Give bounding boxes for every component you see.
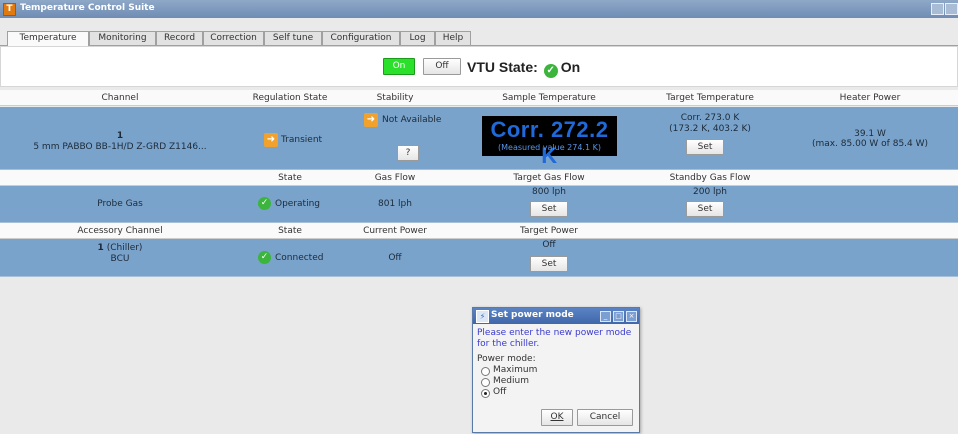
dialog-message: Please enter the new power mode for the …	[477, 328, 632, 349]
tab-record[interactable]: Record	[156, 31, 203, 45]
arrow-right-icon: ➜	[264, 133, 278, 147]
channel-number: 1	[116, 131, 124, 141]
tab-bar: Temperature Monitoring Record Correction…	[0, 31, 958, 46]
dialog-maximize-button[interactable]: □	[613, 311, 624, 322]
tab-help[interactable]: Help	[435, 31, 471, 45]
target-gas-flow-set-button[interactable]: Set	[530, 201, 568, 217]
ok-button[interactable]: OK	[541, 409, 573, 426]
gas-channel-name: Probe Gas	[97, 199, 143, 209]
arrow-right-icon: ➜	[364, 113, 378, 127]
col-target-power: Target Power	[520, 226, 578, 236]
standby-gas-flow-set-button[interactable]: Set	[686, 201, 724, 217]
col-accessory-channel: Accessory Channel	[77, 226, 163, 236]
col-channel: Channel	[101, 93, 139, 103]
set-power-mode-dialog: ⚡ Set power mode _ □ × Please enter the …	[472, 307, 640, 433]
tab-configuration[interactable]: Configuration	[322, 31, 400, 45]
dialog-titlebar: ⚡ Set power mode _ □ ×	[473, 308, 639, 324]
power-mode-label: Power mode:	[477, 354, 536, 364]
target-power-value: Off	[542, 240, 556, 250]
vtu-on-button[interactable]: On	[383, 58, 415, 75]
accessory-header: Accessory Channel State Current Power Ta…	[0, 223, 958, 239]
accessory-number: 1	[97, 243, 104, 253]
window-title: Temperature Control Suite	[20, 3, 155, 13]
radio-maximum[interactable]	[481, 367, 490, 376]
gas-flow-value: 801 lph	[378, 199, 412, 209]
vtu-state: VTU State: ✓ On	[467, 59, 581, 78]
accessory-unit: BCU	[110, 254, 130, 264]
option-medium-label: Medium	[493, 376, 529, 386]
col-target-temperature: Target Temperature	[666, 93, 754, 103]
accessory-channel: 1 (Chiller)	[0, 243, 240, 253]
stability-value: Not Available	[382, 115, 442, 125]
target-temperature-set-button[interactable]: Set	[686, 139, 724, 155]
check-icon: ✓	[258, 197, 271, 210]
heater-power-value: 39.1 W	[854, 129, 886, 139]
dialog-minimize-button[interactable]: _	[600, 311, 611, 322]
channel-row: 1 5 mm PABBO BB-1H/D Z-GRD Z1146... ➜ Tr…	[0, 107, 958, 170]
col-target-gas-flow: Target Gas Flow	[513, 173, 585, 183]
heater-power-max: (max. 85.00 W of 85.4 W)	[811, 139, 929, 149]
col-sample-temperature: Sample Temperature	[502, 93, 596, 103]
vtu-state-label: VTU State:	[467, 59, 538, 75]
target-temperature-value: Corr. 273.0 K	[680, 113, 740, 123]
current-power-value: Off	[388, 253, 402, 263]
tab-self-tune[interactable]: Self tune	[264, 31, 322, 45]
standby-gas-flow-value: 200 lph	[693, 187, 727, 197]
cancel-button[interactable]: Cancel	[577, 409, 633, 426]
regulation-state: Transient	[281, 135, 323, 145]
dialog-title: Set power mode	[491, 310, 574, 320]
vtu-off-button[interactable]: Off	[423, 58, 461, 75]
maximize-button[interactable]	[945, 3, 958, 15]
col-gas-flow: Gas Flow	[374, 173, 416, 183]
ok-button-label: OK	[550, 412, 564, 422]
plug-icon: ⚡	[476, 310, 489, 323]
col-standby-gas-flow: Standby Gas Flow	[669, 173, 751, 183]
check-icon: ✓	[543, 64, 558, 78]
dialog-close-button[interactable]: ×	[626, 311, 637, 322]
tab-log[interactable]: Log	[400, 31, 435, 45]
tab-correction[interactable]: Correction	[203, 31, 264, 45]
check-icon: ✓	[258, 251, 271, 264]
col-current-power: Current Power	[363, 226, 427, 236]
channel-name: 5 mm PABBO BB-1H/D Z-GRD Z1146...	[33, 142, 207, 152]
tab-monitoring[interactable]: Monitoring	[89, 31, 156, 45]
col-stability: Stability	[376, 93, 414, 103]
col-heater-power: Heater Power	[839, 93, 901, 103]
radio-medium[interactable]	[481, 378, 490, 387]
accessory-name: (Chiller)	[106, 243, 143, 253]
accessory-row: 1 (Chiller) BCU ✓ Connected Off Off Set	[0, 239, 958, 277]
gas-state: Operating	[275, 199, 320, 209]
sample-temperature-measured: (Measured value 274.1 K)	[498, 143, 601, 152]
channel-header: Channel Regulation State Stability Sampl…	[0, 90, 958, 106]
sample-temperature-display: Corr. 272.2 K (Measured value 274.1 K)	[482, 116, 617, 168]
gas-row: Probe Gas ✓ Operating 801 lph 800 lph Se…	[0, 186, 958, 223]
minimize-button[interactable]	[931, 3, 944, 15]
tab-temperature[interactable]: Temperature	[7, 31, 89, 46]
col-gas-state: State	[278, 173, 302, 183]
accessory-state: Connected	[275, 253, 324, 263]
gas-header: State Gas Flow Target Gas Flow Standby G…	[0, 170, 958, 186]
radio-off[interactable]	[481, 389, 490, 398]
target-gas-flow-value: 800 lph	[532, 187, 566, 197]
option-maximum-label: Maximum	[493, 365, 538, 375]
col-regulation-state: Regulation State	[252, 93, 328, 103]
vtu-state-value: On	[560, 59, 581, 75]
stability-help-button[interactable]: ?	[397, 145, 419, 161]
target-temperature-range: (173.2 K, 403.2 K)	[669, 124, 751, 134]
window-titlebar: T Temperature Control Suite	[0, 0, 958, 18]
target-power-set-button[interactable]: Set	[530, 256, 568, 272]
app-icon: T	[3, 3, 16, 16]
option-off-label: Off	[493, 387, 507, 397]
col-accessory-state: State	[278, 226, 302, 236]
